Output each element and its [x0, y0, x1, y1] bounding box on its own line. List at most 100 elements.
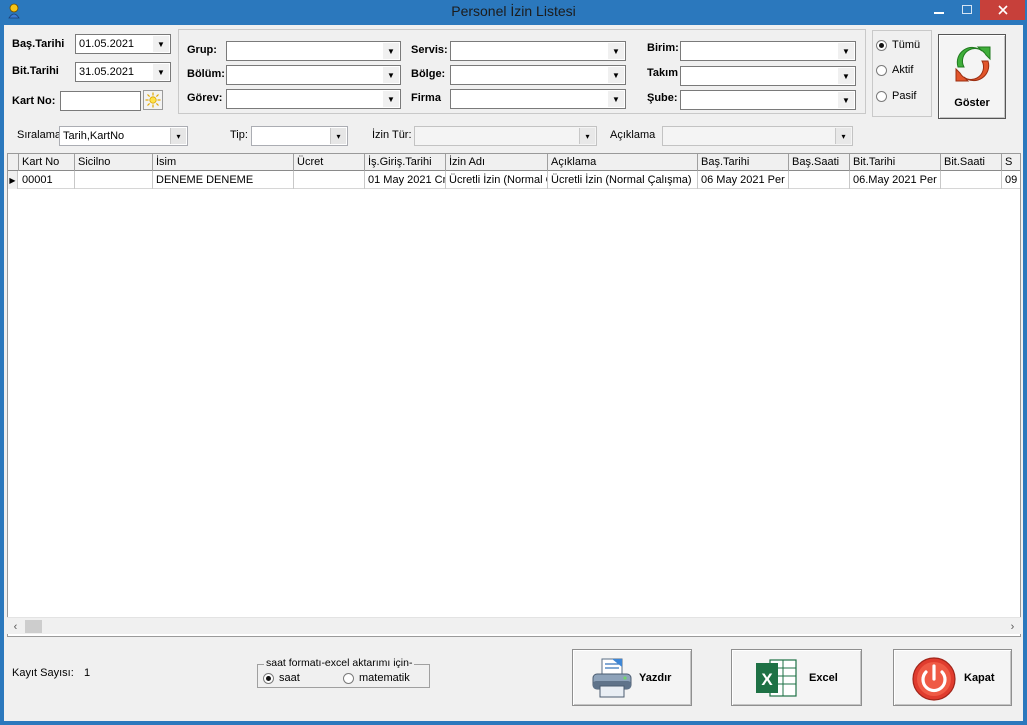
firma-select[interactable]: ▼ [450, 89, 626, 109]
column-header[interactable]: Açıklama [548, 154, 698, 171]
kayit-sayisi-label: Kayıt Sayısı: [12, 667, 74, 679]
kart-no-input[interactable] [60, 91, 141, 111]
excel-button[interactable]: X Excel [731, 649, 862, 706]
close-window-button[interactable] [980, 0, 1025, 20]
izin-tur-select[interactable]: ▾ [414, 126, 597, 146]
format-radio-saat[interactable]: saat [263, 672, 300, 684]
status-radio-pasif[interactable]: Pasif [876, 90, 916, 102]
table-cell[interactable]: DENEME DENEME [153, 171, 294, 189]
table-cell[interactable]: 01 May 2021 Cm [365, 171, 446, 189]
kart-no-label: Kart No: [12, 95, 56, 107]
tip-select[interactable]: ▾ [251, 126, 348, 146]
column-header[interactable]: Kart No [19, 154, 75, 171]
kapat-button[interactable]: Kapat [893, 649, 1012, 706]
table-cell[interactable]: Ücretli İzin (Normal Ç [446, 171, 548, 189]
table-cell[interactable] [941, 171, 1002, 189]
scroll-right-icon[interactable]: › [1004, 618, 1021, 635]
table-cell[interactable]: Ücretli İzin (Normal Çalışma) [548, 171, 698, 189]
radio-label: saat [279, 672, 300, 684]
maximize-button[interactable] [954, 0, 980, 20]
table-cell[interactable] [789, 171, 850, 189]
close-icon [997, 5, 1008, 15]
radio-indicator [876, 39, 887, 51]
refresh-icon [955, 46, 991, 82]
kart-search-button[interactable] [143, 90, 163, 110]
scroll-left-icon[interactable]: ‹ [7, 618, 24, 635]
column-header[interactable]: Ücret [294, 154, 365, 171]
birim-select[interactable]: ▼ [680, 41, 856, 61]
column-header[interactable]: Sicilno [75, 154, 153, 171]
chevron-down-icon[interactable]: ▾ [170, 128, 186, 144]
client-area: Baş.Tarihi 01.05.2021 ▼ Bit.Tarihi 31.05… [4, 25, 1023, 721]
chevron-down-icon[interactable]: ▼ [838, 92, 854, 108]
yazdir-button[interactable]: Yazdır [572, 649, 692, 706]
row-indicator-header [8, 154, 19, 171]
chevron-down-icon[interactable]: ▼ [608, 43, 624, 59]
chevron-down-icon[interactable]: ▼ [838, 68, 854, 84]
column-header[interactable]: İş.Giriş.Tarihi [365, 154, 446, 171]
bolum-label: Bölüm: [187, 68, 225, 80]
gorev-select[interactable]: ▼ [226, 89, 401, 109]
takim-select[interactable]: ▼ [680, 66, 856, 86]
table-cell[interactable]: 00001 [19, 171, 75, 189]
grup-select[interactable]: ▼ [226, 41, 401, 61]
column-header[interactable]: İzin Adı [446, 154, 548, 171]
radio-label: Aktif [892, 64, 914, 76]
chevron-down-icon[interactable]: ▼ [383, 91, 399, 107]
kayit-sayisi-value: 1 [84, 667, 91, 679]
chevron-down-icon[interactable]: ▾ [579, 128, 595, 144]
bit-tarihi-label: Bit.Tarihi [12, 65, 59, 77]
servis-select[interactable]: ▼ [450, 41, 626, 61]
column-header[interactable]: Baş.Tarihi [698, 154, 789, 171]
chevron-down-icon[interactable]: ▼ [383, 43, 399, 59]
column-header[interactable]: Bit.Saati [941, 154, 1002, 171]
format-radio-matematik[interactable]: matematik [343, 672, 410, 684]
table-cell[interactable] [75, 171, 153, 189]
aciklama-select[interactable]: ▾ [662, 126, 853, 146]
minimize-icon [934, 12, 944, 14]
chevron-down-icon[interactable]: ▼ [383, 67, 399, 83]
bit-tarihi-picker[interactable]: 31.05.2021 ▼ [75, 62, 171, 82]
bolge-label: Bölge: [411, 68, 446, 80]
table-cell[interactable]: 06.May 2021 Per [850, 171, 941, 189]
row-pointer-icon: ▶ [8, 171, 18, 189]
chevron-down-icon[interactable]: ▼ [838, 43, 854, 59]
chevron-down-icon[interactable]: ▾ [330, 128, 346, 144]
horizontal-scrollbar[interactable]: ‹ › [7, 617, 1021, 634]
yazdir-label: Yazdır [639, 672, 672, 684]
column-header[interactable]: İsim [153, 154, 294, 171]
goster-label: Göster [954, 97, 990, 109]
grup-label: Grup: [187, 44, 217, 56]
table-cell[interactable] [294, 171, 365, 189]
sube-select[interactable]: ▼ [680, 90, 856, 110]
goster-button[interactable]: Göster [938, 34, 1006, 119]
bas-tarihi-picker[interactable]: 01.05.2021 ▼ [75, 34, 171, 54]
chevron-down-icon[interactable]: ▾ [835, 128, 851, 144]
kapat-label: Kapat [964, 672, 995, 684]
chevron-down-icon[interactable]: ▼ [153, 36, 169, 52]
status-radio-aktif[interactable]: Aktif [876, 64, 913, 76]
sube-label: Şube: [647, 92, 678, 104]
table-cell[interactable]: 06 May 2021 Per [698, 171, 789, 189]
bolge-select[interactable]: ▼ [450, 65, 626, 85]
siralama-select[interactable]: Tarih,KartNo ▾ [59, 126, 188, 146]
column-header[interactable]: Baş.Saati [789, 154, 850, 171]
column-header[interactable]: S [1002, 154, 1020, 171]
servis-label: Servis: [411, 44, 448, 56]
aciklama-label: Açıklama [610, 129, 656, 141]
excel-label: Excel [809, 672, 838, 684]
radio-label: matematik [359, 672, 410, 684]
table-row[interactable]: ▶ 00001 DENEME DENEME 01 May 2021 Cm Ücr… [8, 171, 1020, 189]
chevron-down-icon[interactable]: ▼ [608, 91, 624, 107]
minimize-button[interactable] [924, 0, 954, 20]
column-header[interactable]: Bit.Tarihi [850, 154, 941, 171]
tip-label: Tip: [230, 129, 248, 141]
chevron-down-icon[interactable]: ▼ [153, 64, 169, 80]
izin-data-grid[interactable]: Kart No Sicilno İsim Ücret İş.Giriş.Tari… [7, 153, 1021, 637]
table-cell[interactable]: 09 [1002, 171, 1020, 189]
scroll-thumb[interactable] [25, 620, 42, 633]
status-radio-tumu[interactable]: Tümü [876, 39, 920, 51]
chevron-down-icon[interactable]: ▼ [608, 67, 624, 83]
firma-label: Firma [411, 92, 441, 104]
bolum-select[interactable]: ▼ [226, 65, 401, 85]
